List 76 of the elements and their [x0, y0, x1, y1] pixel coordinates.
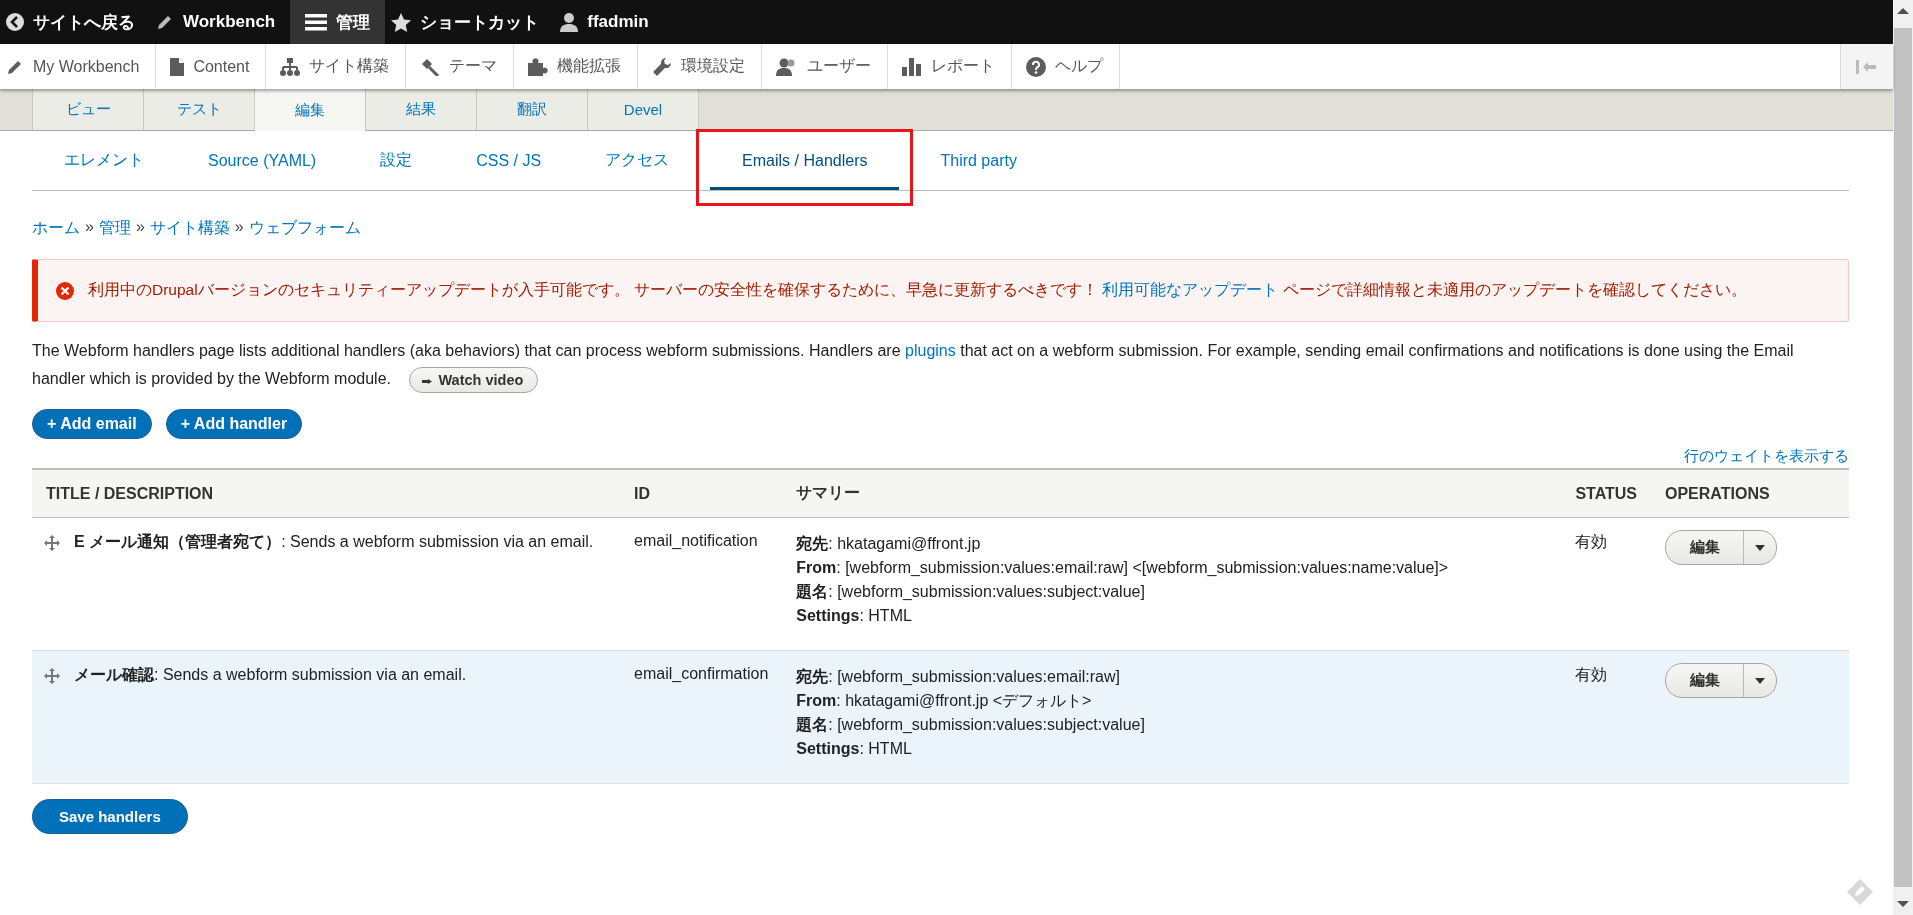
secondary-tab[interactable]: Third party [908, 131, 1049, 190]
breadcrumb-link[interactable]: 管理 [98, 218, 131, 239]
breadcrumb-link[interactable]: ウェブフォーム [248, 218, 361, 239]
breadcrumb-link[interactable]: ホーム [32, 218, 80, 239]
drag-handle-icon [44, 667, 60, 684]
summary-line: 題名: [webform_submission:values:subject:value] [796, 582, 1146, 602]
collapse-icon [1856, 59, 1878, 74]
video-icon [422, 378, 433, 385]
show-row-weights-link[interactable]: 行のウェイトを表示する [1684, 447, 1849, 464]
secondary-tab[interactable]: Source (YAML) [176, 131, 349, 190]
feedback-icon [1847, 879, 1873, 905]
top-bar-item[interactable]: サイトへ戻る [0, 0, 150, 44]
column-header: STATUS [1561, 469, 1651, 518]
primary-tab[interactable]: ビュー [32, 89, 144, 130]
column-header: OPERATIONS [1651, 469, 1849, 518]
error-message-text: 利用中のDrupalバージョンのセキュリティーアップデートが入手可能です。 サーバーの安全性を確保するために、早急に更新するべきです！ 利用可能なアップデート ページで詳細情報と未適用のアップデートを確認してください。 [88, 280, 1747, 300]
updates-link[interactable]: 利用可能なアップデート [1102, 281, 1279, 298]
table-cell: 有効 [1561, 650, 1651, 784]
summary-line: 題名: [webform_submission:values:subject:value] [796, 715, 1146, 735]
column-header: TITLE / DESCRIPTION [32, 469, 620, 518]
primary-tab[interactable]: 結果 [366, 89, 477, 130]
primary-tab[interactable]: 編集 [255, 89, 366, 131]
drag-handle-icon [44, 534, 60, 551]
help-icon [1026, 56, 1047, 77]
summary-line: From: [webform_submission:values:email:raw] <[webform_submission:values:name:value]> [796, 558, 1450, 578]
table-cell: 有効 [1561, 517, 1651, 651]
top-bar-item[interactable]: ショートカット [385, 0, 555, 44]
user-icon [560, 12, 579, 32]
breadcrumb-link[interactable]: サイト構築 [149, 218, 230, 239]
back-icon [6, 13, 24, 31]
summary-line: From: hkatagami@ffront.jp <デフォルト> [796, 691, 1093, 711]
primary-tab[interactable]: テスト [144, 89, 255, 130]
hierarchy-icon [280, 57, 301, 76]
error-icon [56, 281, 74, 300]
bar-chart-icon [902, 57, 923, 76]
scroll-up-icon[interactable] [1897, 8, 1909, 14]
secondary-tab[interactable]: 設定 [348, 131, 445, 190]
add-button[interactable]: + Add email [32, 409, 152, 439]
top-bar-item[interactable]: Workbench [150, 0, 291, 44]
star-icon [391, 12, 412, 32]
caret-icon [1755, 544, 1765, 551]
top-bar-item[interactable]: 管理 [290, 0, 386, 44]
breadcrumb-separator: » [85, 218, 94, 237]
scrollbar[interactable] [1893, 0, 1913, 915]
summary-line: Settings: HTML [796, 739, 913, 759]
table-cell: email_confirmation [620, 650, 783, 784]
document-icon [170, 57, 185, 76]
pencil-icon [156, 13, 174, 31]
summary-line: 宛先: hkatagami@ffront.jp [796, 534, 982, 554]
handler-title: E メール通知（管理者宛て）: Sends a webform submission via an email. [74, 532, 594, 552]
breadcrumb-separator: » [234, 218, 244, 237]
add-button[interactable]: + Add handler [165, 409, 303, 439]
caret-icon [1755, 677, 1765, 684]
intro-text: The Webform handlers page lists additional handlers (aka behaviors) that can process webform submissions. Handlers are plugins that act on a webform submission. For example, sending email confirmations and notifications is done using the Email handler which is provided by the Webform module. Watch video [32, 337, 1849, 393]
wrench-icon [652, 56, 673, 77]
primary-tab[interactable]: 翻訳 [477, 89, 588, 130]
top-bar-item[interactable]: ffadmin [554, 0, 664, 44]
column-header: ID [620, 469, 783, 518]
primary-tab[interactable]: Devel [588, 89, 699, 130]
secondary-tab[interactable]: Emails / Handlers [710, 131, 900, 190]
menu-icon [305, 13, 328, 31]
summary-line: 宛先: [webform_submission:values:email:raw] [796, 667, 1121, 687]
table-cell: email_notification [620, 517, 783, 651]
plugins-link[interactable]: plugins [905, 342, 956, 359]
watch-video-button[interactable]: Watch video [409, 366, 539, 393]
breadcrumb-separator: » [135, 218, 145, 237]
handler-title: メール確認: Sends a webform submission via an email. [74, 665, 467, 685]
summary-line: Settings: HTML [796, 606, 913, 626]
scrollbar-thumb[interactable] [1894, 28, 1912, 887]
puzzle-icon [528, 57, 549, 76]
column-header: サマリー [782, 469, 1562, 518]
secondary-tab[interactable]: アクセス [573, 131, 702, 190]
scroll-down-icon[interactable] [1897, 901, 1909, 907]
save-button[interactable]: Save handlers [32, 799, 188, 834]
secondary-tab[interactable]: エレメント [32, 131, 176, 190]
secondary-tab[interactable]: CSS / JS [444, 131, 574, 190]
